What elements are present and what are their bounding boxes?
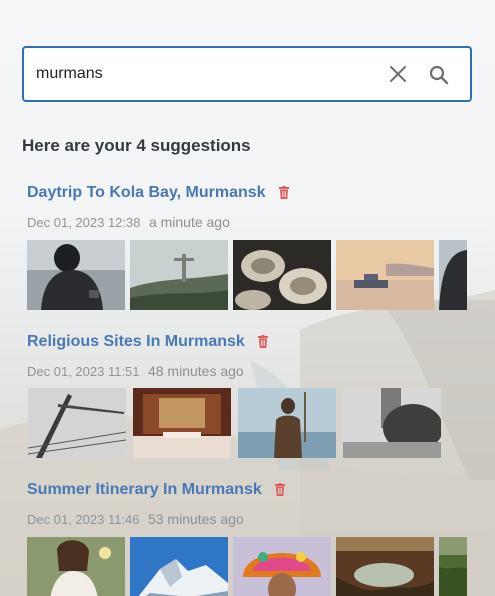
photo-thumbnail[interactable] bbox=[27, 240, 125, 310]
photo-thumbnail[interactable] bbox=[133, 388, 231, 458]
suggestion-title[interactable]: Summer Itinerary In Murmansk bbox=[27, 481, 262, 499]
photo-thumbnail[interactable] bbox=[343, 388, 441, 458]
suggestion-card: Summer Itinerary In Murmansk Dec 01, 202… bbox=[27, 481, 495, 596]
photo-thumbnail[interactable] bbox=[233, 240, 331, 310]
trash-icon[interactable] bbox=[275, 483, 286, 496]
results-heading: Here are your 4 suggestions bbox=[22, 136, 251, 155]
suggestion-date: Dec 01, 2023 11:51 bbox=[27, 364, 140, 379]
photo-strip bbox=[27, 537, 495, 596]
photo-thumbnail[interactable] bbox=[336, 537, 434, 596]
trash-icon[interactable] bbox=[279, 186, 290, 199]
photo-thumbnail[interactable] bbox=[439, 537, 467, 596]
search-icon[interactable] bbox=[428, 64, 450, 86]
photo-thumbnail[interactable] bbox=[130, 240, 228, 310]
photo-thumbnail[interactable] bbox=[439, 240, 467, 310]
suggestion-date: Dec 01, 2023 12:38 bbox=[27, 215, 141, 230]
photo-strip bbox=[27, 240, 495, 310]
suggestion-date: Dec 01, 2023 11:46 bbox=[27, 512, 140, 527]
suggestion-relative-time: 48 minutes ago bbox=[147, 363, 244, 379]
photo-thumbnail[interactable] bbox=[336, 240, 434, 310]
photo-thumbnail[interactable] bbox=[130, 537, 228, 596]
photo-thumbnail[interactable] bbox=[28, 388, 126, 458]
suggestion-card: Religious Sites In Murmansk Dec 01, 2023… bbox=[27, 333, 495, 458]
photo-strip bbox=[27, 388, 495, 458]
close-icon[interactable] bbox=[388, 64, 408, 84]
suggestion-relative-time: a minute ago bbox=[148, 214, 230, 230]
suggestion-card: Daytrip To Kola Bay, Murmansk Dec 01, 20… bbox=[27, 184, 495, 310]
photo-thumbnail[interactable] bbox=[233, 537, 331, 596]
suggestion-relative-time: 53 minutes ago bbox=[147, 511, 244, 527]
trash-icon[interactable] bbox=[258, 335, 269, 348]
search-box[interactable] bbox=[22, 46, 472, 102]
photo-thumbnail[interactable] bbox=[238, 388, 336, 458]
suggestion-title[interactable]: Religious Sites In Murmansk bbox=[27, 333, 245, 351]
photo-thumbnail[interactable] bbox=[27, 537, 125, 596]
suggestion-title[interactable]: Daytrip To Kola Bay, Murmansk bbox=[27, 184, 266, 202]
search-input[interactable] bbox=[36, 62, 366, 86]
